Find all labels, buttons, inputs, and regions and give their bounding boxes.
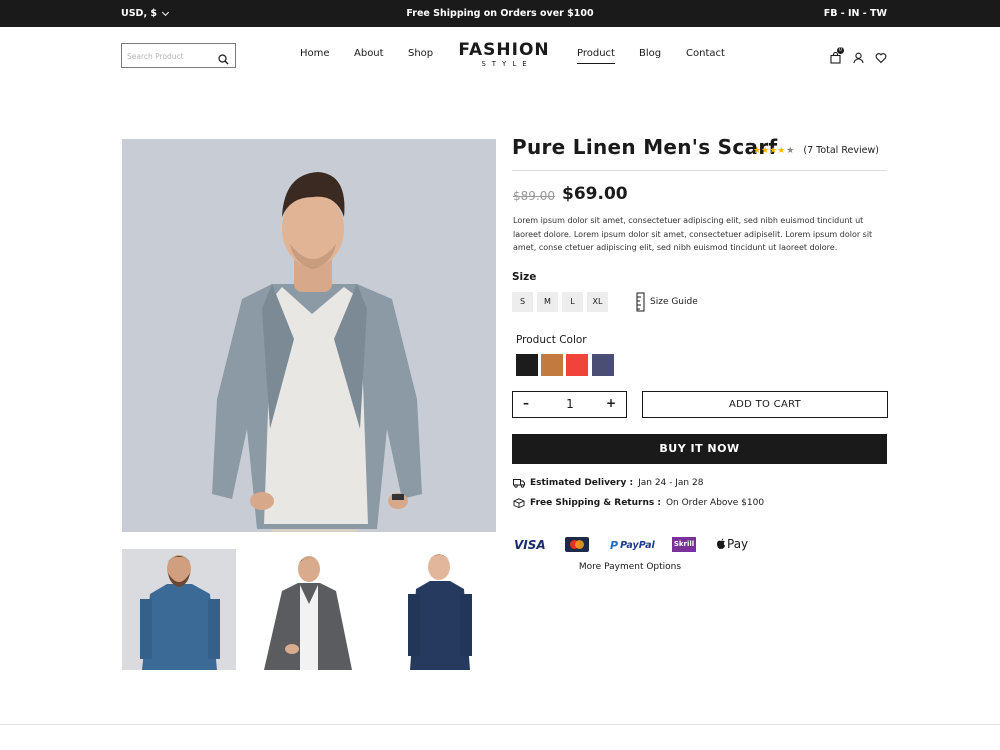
apple-pay-icon: Pay bbox=[716, 537, 748, 551]
nav-about[interactable]: About bbox=[354, 48, 384, 59]
size-option-l[interactable]: L bbox=[562, 292, 583, 312]
user-icon[interactable] bbox=[853, 49, 864, 68]
product-rating[interactable]: ★★★★ ★ (7 Total Review) bbox=[753, 145, 879, 156]
filled-stars-icon: ★★★★ bbox=[753, 145, 786, 156]
size-option-m[interactable]: M bbox=[537, 292, 558, 312]
thumbnail-figure-3 bbox=[408, 554, 472, 670]
size-option-s[interactable]: S bbox=[512, 292, 533, 312]
product-description: Lorem ipsum dolor sit amet, consectetuer… bbox=[513, 216, 873, 252]
qty-decrease-button[interactable]: – bbox=[523, 396, 529, 410]
current-price: $69.00 bbox=[562, 184, 628, 204]
thumbnail-2[interactable] bbox=[252, 549, 366, 670]
top-bar: USD, $ Free Shipping on Orders over $100… bbox=[0, 0, 1000, 27]
shipping-info: Free Shipping & Returns : On Order Above… bbox=[513, 498, 764, 508]
color-swatch-navy[interactable] bbox=[592, 354, 614, 376]
qty-value[interactable]: 1 bbox=[565, 397, 575, 411]
size-guide-label: Size Guide bbox=[650, 297, 698, 307]
brand-logo[interactable]: FASHION STYLE bbox=[458, 40, 550, 68]
search-input[interactable] bbox=[127, 49, 215, 63]
truck-icon bbox=[513, 479, 525, 488]
box-icon bbox=[513, 498, 525, 508]
model-figure bbox=[212, 172, 422, 532]
color-swatch-black[interactable] bbox=[516, 354, 538, 376]
logo-sub: STYLE bbox=[481, 60, 533, 68]
old-price: $89.00 bbox=[513, 189, 555, 203]
nav-shop[interactable]: Shop bbox=[408, 48, 433, 59]
delivery-info: Estimated Delivery : Jan 24 - Jan 28 bbox=[513, 478, 703, 488]
logo-main: FASHION bbox=[458, 40, 550, 60]
nav-home[interactable]: Home bbox=[300, 48, 330, 59]
nav-contact[interactable]: Contact bbox=[686, 48, 725, 59]
paypal-icon: P PayPal bbox=[610, 539, 655, 552]
skrill-icon: Skrill bbox=[672, 537, 696, 552]
nav-blog[interactable]: Blog bbox=[639, 48, 661, 59]
main-product-image[interactable] bbox=[122, 139, 496, 532]
social-links[interactable]: FB - IN - TW bbox=[824, 8, 887, 19]
product-title: Pure Linen Men's Scarf bbox=[512, 135, 778, 159]
size-label: Size bbox=[512, 271, 537, 283]
thumbnail-1[interactable] bbox=[122, 549, 236, 670]
thumbnail-figure-1 bbox=[140, 555, 220, 670]
heart-icon[interactable] bbox=[875, 49, 887, 68]
cart-count-badge: 0 bbox=[837, 47, 844, 54]
shipping-label: Free Shipping & Returns : bbox=[530, 498, 661, 508]
title-divider bbox=[512, 170, 887, 171]
footer-divider bbox=[0, 724, 1000, 725]
cart-icon[interactable]: 0 bbox=[830, 47, 844, 68]
color-swatch-red[interactable] bbox=[566, 354, 588, 376]
mastercard-icon bbox=[565, 537, 589, 552]
color-swatch-brown[interactable] bbox=[541, 354, 563, 376]
nav-product[interactable]: Product bbox=[577, 48, 615, 64]
add-to-cart-button[interactable]: ADD TO CART bbox=[642, 391, 888, 418]
size-option-xl[interactable]: XL bbox=[587, 292, 608, 312]
ruler-icon bbox=[636, 292, 645, 312]
delivery-label: Estimated Delivery : bbox=[530, 478, 634, 488]
more-payment-options-link[interactable]: More Payment Options bbox=[513, 562, 747, 572]
shipping-value: On Order Above $100 bbox=[665, 498, 765, 508]
color-label: Product Color bbox=[516, 334, 587, 346]
search-icon[interactable] bbox=[218, 50, 229, 69]
delivery-value: Jan 24 - Jan 28 bbox=[638, 478, 704, 488]
empty-star-icon: ★ bbox=[786, 145, 795, 156]
thumbnail-figure-2 bbox=[264, 556, 352, 670]
size-guide-link[interactable]: Size Guide bbox=[636, 292, 698, 312]
review-count[interactable]: (7 Total Review) bbox=[803, 145, 879, 156]
buy-now-button[interactable]: BUY IT NOW bbox=[512, 434, 887, 464]
visa-icon: VISA bbox=[514, 538, 546, 552]
qty-increase-button[interactable]: + bbox=[606, 396, 616, 410]
quantity-stepper: – 1 + bbox=[512, 391, 627, 418]
search-box bbox=[121, 43, 236, 68]
thumbnail-3[interactable] bbox=[382, 549, 496, 670]
